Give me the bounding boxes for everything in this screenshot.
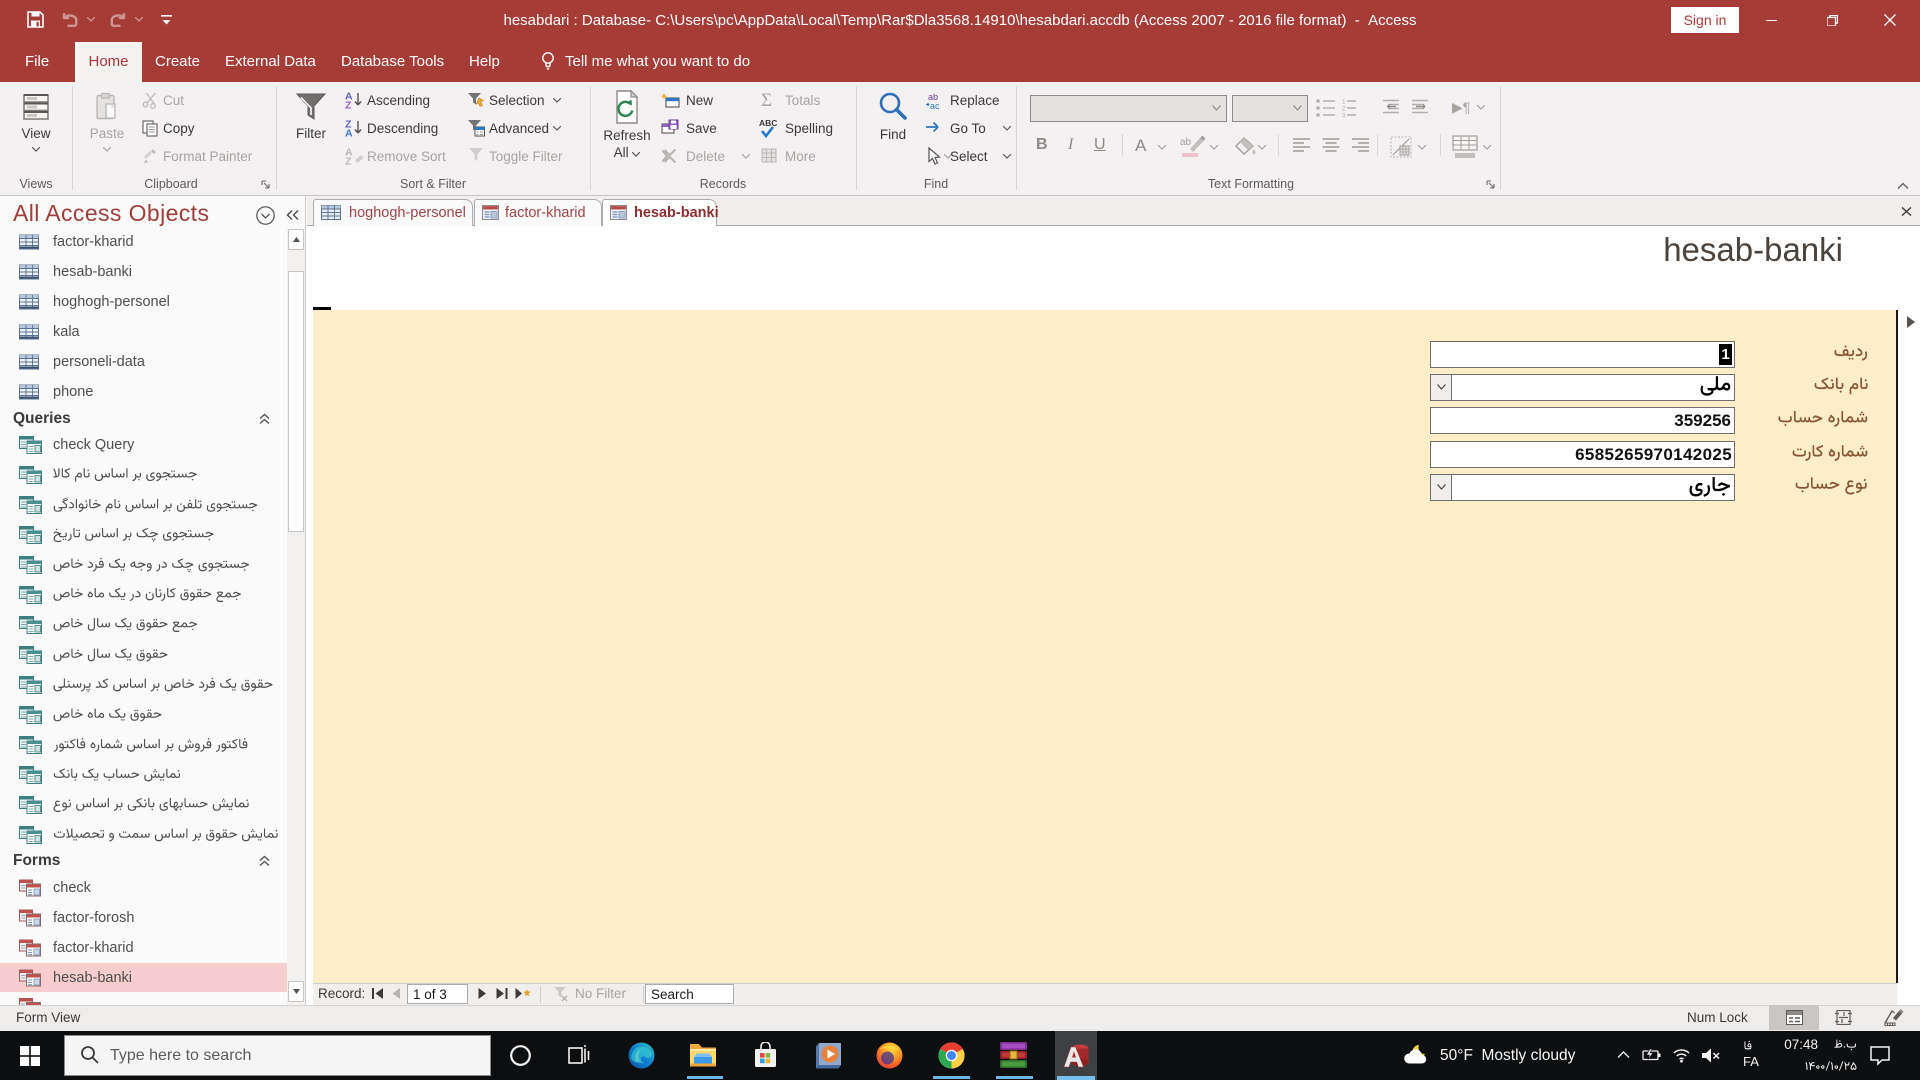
svg-text:3: 3 xyxy=(1342,113,1346,120)
svg-text:ABC: ABC xyxy=(759,118,777,128)
svg-text:A: A xyxy=(345,128,353,138)
svg-text:Z: Z xyxy=(345,100,352,110)
svg-text:Z: Z xyxy=(345,156,352,166)
svg-text:2: 2 xyxy=(1342,106,1346,113)
svg-text:ab: ab xyxy=(1180,137,1192,148)
svg-text:1: 1 xyxy=(1342,99,1346,106)
svg-text:ac: ac xyxy=(930,101,940,110)
